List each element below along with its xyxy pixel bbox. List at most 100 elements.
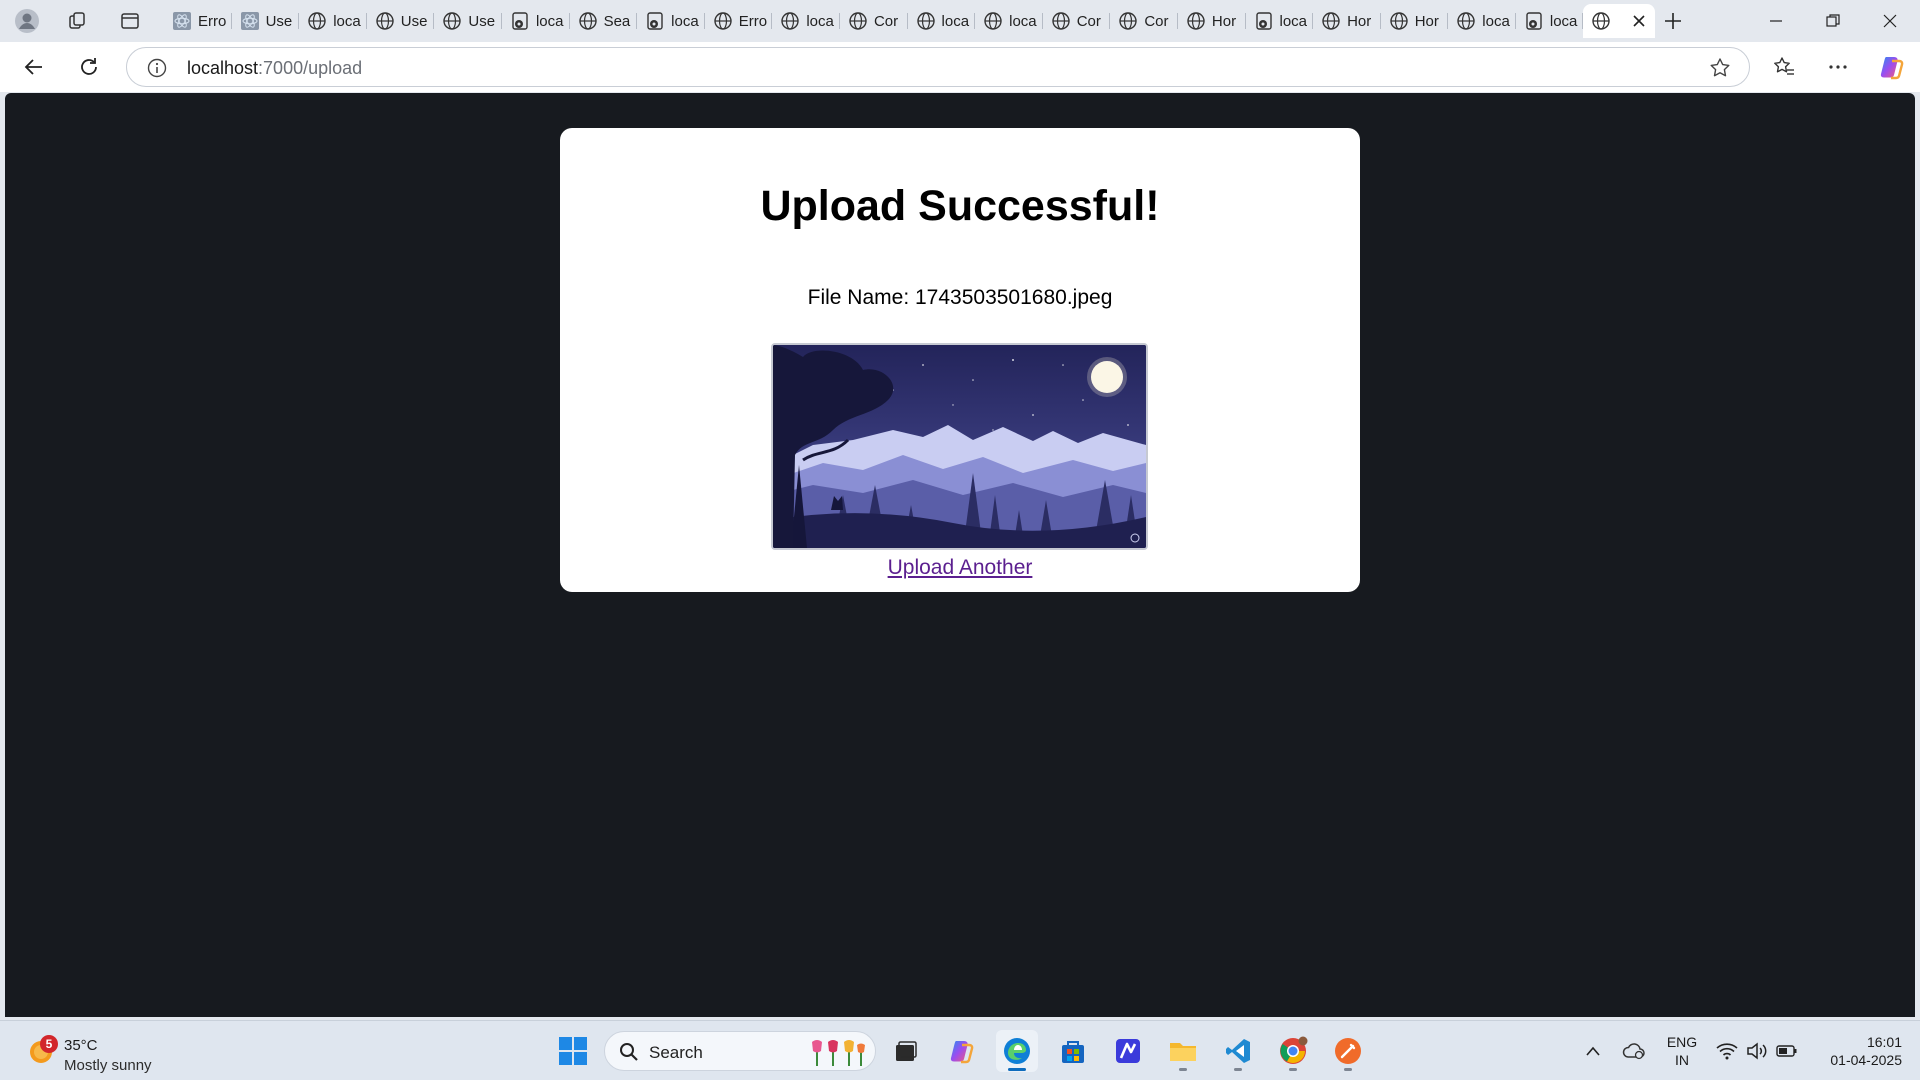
tab[interactable]: loca xyxy=(299,4,367,38)
tab[interactable]: Use xyxy=(232,4,300,38)
globe-icon xyxy=(443,12,462,30)
cookie-icon xyxy=(512,12,528,30)
tab-label: loca xyxy=(535,12,564,30)
profile-avatar[interactable] xyxy=(10,4,44,38)
tab-label: loca xyxy=(1279,12,1308,30)
weather-widget[interactable]: 5 35°C Mostly sunny xyxy=(24,1027,194,1075)
tab[interactable]: loca xyxy=(637,4,705,38)
tab-label: Use xyxy=(265,12,293,30)
copilot-button[interactable] xyxy=(1874,49,1910,85)
tab[interactable]: Erro xyxy=(705,4,773,38)
taskbar-vscode[interactable] xyxy=(1217,1030,1259,1072)
postman-icon xyxy=(1335,1038,1361,1064)
tab[interactable]: loca xyxy=(908,4,976,38)
tab[interactable]: Hor xyxy=(1381,4,1449,38)
react-icon xyxy=(240,12,259,30)
tab[interactable]: loca xyxy=(1448,4,1516,38)
taskbar-file-explorer[interactable] xyxy=(1162,1030,1204,1072)
weather-condition: Mostly sunny xyxy=(64,1057,152,1074)
globe-icon xyxy=(1322,12,1340,30)
restore-button[interactable] xyxy=(1805,0,1861,42)
globe-icon xyxy=(1187,12,1205,30)
cookie-icon xyxy=(1255,12,1272,30)
windows-icon xyxy=(559,1037,587,1065)
taskbar-search[interactable]: Search xyxy=(604,1031,876,1071)
taskbar-edge[interactable] xyxy=(996,1030,1038,1072)
file-name-value: 1743503501680.jpeg xyxy=(915,286,1113,309)
taskbar-task-view[interactable] xyxy=(885,1030,927,1072)
battery-icon xyxy=(1776,1045,1797,1057)
tray-volume[interactable] xyxy=(1742,1021,1772,1080)
tray-battery[interactable] xyxy=(1772,1021,1802,1080)
tab-label: loca xyxy=(806,12,834,30)
workspaces-button[interactable] xyxy=(60,4,94,38)
weather-temperature: 35°C xyxy=(64,1037,98,1054)
globe-icon xyxy=(984,12,1002,30)
tab[interactable]: loca xyxy=(1246,4,1314,38)
minimize-button[interactable] xyxy=(1748,0,1804,42)
taskbar-chrome[interactable] xyxy=(1272,1030,1314,1072)
upload-another-link[interactable]: Upload Another xyxy=(888,556,1033,579)
tab[interactable]: loca xyxy=(1516,4,1584,38)
back-button[interactable] xyxy=(16,49,52,85)
tray-network[interactable] xyxy=(1712,1021,1742,1080)
tab-active[interactable] xyxy=(1583,4,1655,38)
tab[interactable]: loca xyxy=(502,4,570,38)
running-indicator xyxy=(1008,1068,1026,1071)
tab[interactable]: Use xyxy=(434,4,502,38)
taskbar-app[interactable] xyxy=(1107,1030,1149,1072)
restore-icon xyxy=(1826,14,1840,27)
tab[interactable]: Cor xyxy=(1110,4,1178,38)
speaker-icon xyxy=(1747,1042,1767,1060)
uploaded-image-preview xyxy=(771,343,1148,550)
app-icon xyxy=(1116,1039,1140,1063)
cloud-sync-icon xyxy=(1622,1043,1645,1060)
tab-label: Hor xyxy=(1414,12,1439,30)
tab[interactable]: Cor xyxy=(1043,4,1111,38)
show-hidden-icons-button[interactable] xyxy=(1578,1021,1608,1080)
vertical-tabs-button[interactable] xyxy=(113,4,147,38)
tab[interactable]: Hor xyxy=(1178,4,1246,38)
copilot-icon xyxy=(1880,57,1904,80)
start-button[interactable] xyxy=(552,1030,594,1072)
refresh-button[interactable] xyxy=(71,49,107,85)
tab[interactable]: loca xyxy=(975,4,1043,38)
tab[interactable]: Hor xyxy=(1313,4,1381,38)
globe-icon xyxy=(849,12,867,30)
tab-label: Hor xyxy=(1347,12,1372,30)
favorites-button[interactable] xyxy=(1766,49,1802,85)
tab-label: Cor xyxy=(873,12,899,30)
tab[interactable]: Erro xyxy=(164,4,232,38)
file-name-label: File Name: xyxy=(807,286,910,309)
tab[interactable]: Use xyxy=(367,4,435,38)
taskbar-store[interactable] xyxy=(1052,1030,1094,1072)
tab[interactable]: Sea xyxy=(570,4,638,38)
new-tab-button[interactable] xyxy=(1656,4,1690,38)
close-icon xyxy=(1883,14,1897,28)
tab[interactable]: loca xyxy=(772,4,840,38)
input-language[interactable]: ENG IN xyxy=(1664,1033,1700,1069)
close-icon xyxy=(1633,15,1645,27)
tab[interactable]: Cor xyxy=(840,4,908,38)
url-text: localhost:7000/upload xyxy=(187,58,362,79)
globe-icon xyxy=(714,12,732,30)
page-title: Upload Successful! xyxy=(760,182,1160,230)
tab-actions-icon xyxy=(121,13,139,29)
wifi-icon xyxy=(1716,1043,1738,1060)
star-icon[interactable] xyxy=(1709,57,1731,79)
tab-label: loca xyxy=(671,12,699,30)
taskbar-copilot[interactable] xyxy=(941,1030,983,1072)
tab-label: Sea xyxy=(603,12,631,30)
close-tab-button[interactable] xyxy=(1631,13,1647,29)
globe-icon xyxy=(1052,12,1070,30)
close-window-button[interactable] xyxy=(1862,0,1918,42)
taskbar-postman[interactable] xyxy=(1327,1030,1369,1072)
system-clock[interactable]: 16:01 01-04-2025 xyxy=(1812,1033,1902,1069)
page-viewport: Upload Successful! File Name: 1743503501… xyxy=(5,93,1915,1017)
more-icon xyxy=(1829,65,1847,69)
globe-icon xyxy=(578,12,597,30)
address-bar[interactable]: localhost:7000/upload xyxy=(126,47,1750,87)
site-info-icon[interactable] xyxy=(147,58,167,78)
settings-more-button[interactable] xyxy=(1820,49,1856,85)
tray-onedrive[interactable] xyxy=(1618,1021,1650,1080)
